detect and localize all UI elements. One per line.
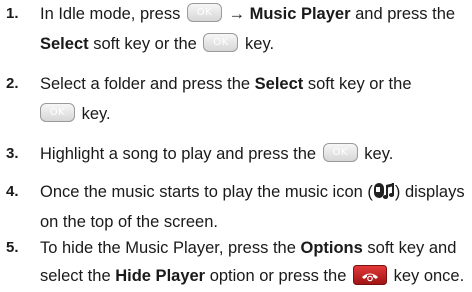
step-text: key. xyxy=(245,35,275,53)
ok-key-icon: OK xyxy=(40,103,75,123)
step-text: soft key or the xyxy=(93,35,197,53)
step-text: ) displays xyxy=(394,183,465,201)
step-text: In Idle mode, press xyxy=(40,5,181,23)
ok-key-icon: OK xyxy=(203,33,239,53)
step-1-line-2: Select soft key or the OK key. xyxy=(40,30,274,58)
step-5-line-2: select the Hide Player option or press t… xyxy=(40,262,464,290)
step-text: key once. xyxy=(393,267,465,285)
step-2-line-2: OK key. xyxy=(40,100,111,128)
step-2-line-1: Select a folder and press the Select sof… xyxy=(40,70,412,98)
step-text: To hide the Music Player, press the xyxy=(40,239,296,257)
step-1-line-1: In Idle mode, press OK → Music Player an… xyxy=(40,0,455,28)
step-number: 3. xyxy=(6,145,19,162)
step-text: select the xyxy=(40,267,111,285)
menu-name: Music Player xyxy=(249,5,351,23)
ok-key-icon: OK xyxy=(186,3,222,23)
step-number: 5. xyxy=(6,239,19,256)
ok-key-label: OK xyxy=(49,107,66,119)
step-text: soft key and xyxy=(367,239,457,257)
step-text: option or press the xyxy=(209,267,347,285)
step-5-line-1: To hide the Music Player, press the Opti… xyxy=(40,234,456,262)
step-4-line-1: Once the music starts to play the music … xyxy=(40,178,465,206)
step-text: soft key or the xyxy=(307,75,412,93)
ok-key-label: OK xyxy=(213,37,229,49)
step-text: key. xyxy=(81,105,111,123)
instruction-steps: 1. In Idle mode, press OK → Music Player… xyxy=(0,0,472,292)
option-name: Hide Player xyxy=(115,267,206,285)
step-text: on the top of the screen. xyxy=(40,213,218,231)
step-3-line-1: Highlight a song to play and press the O… xyxy=(40,140,393,168)
softkey-name: Options xyxy=(300,239,363,257)
step-number: 2. xyxy=(6,75,19,92)
softkey-name: Select xyxy=(40,35,89,53)
arrow-icon: → xyxy=(228,5,246,23)
softkey-name: Select xyxy=(254,75,304,93)
step-4-line-2: on the top of the screen. xyxy=(40,208,218,236)
step-text: Once the music starts to play the music … xyxy=(40,183,373,201)
music-note-icon xyxy=(373,182,394,199)
step-text: key. xyxy=(364,145,394,163)
step-text: Select a folder and press the xyxy=(40,75,251,93)
ok-key-label: OK xyxy=(196,7,213,19)
ok-key-label: OK xyxy=(332,147,348,159)
end-key-icon xyxy=(352,264,387,285)
ok-key-icon: OK xyxy=(322,143,358,163)
step-text: Highlight a song to play and press the xyxy=(40,145,317,163)
step-number: 1. xyxy=(6,5,19,22)
step-number: 4. xyxy=(6,183,19,200)
step-text: and press the xyxy=(355,5,456,23)
